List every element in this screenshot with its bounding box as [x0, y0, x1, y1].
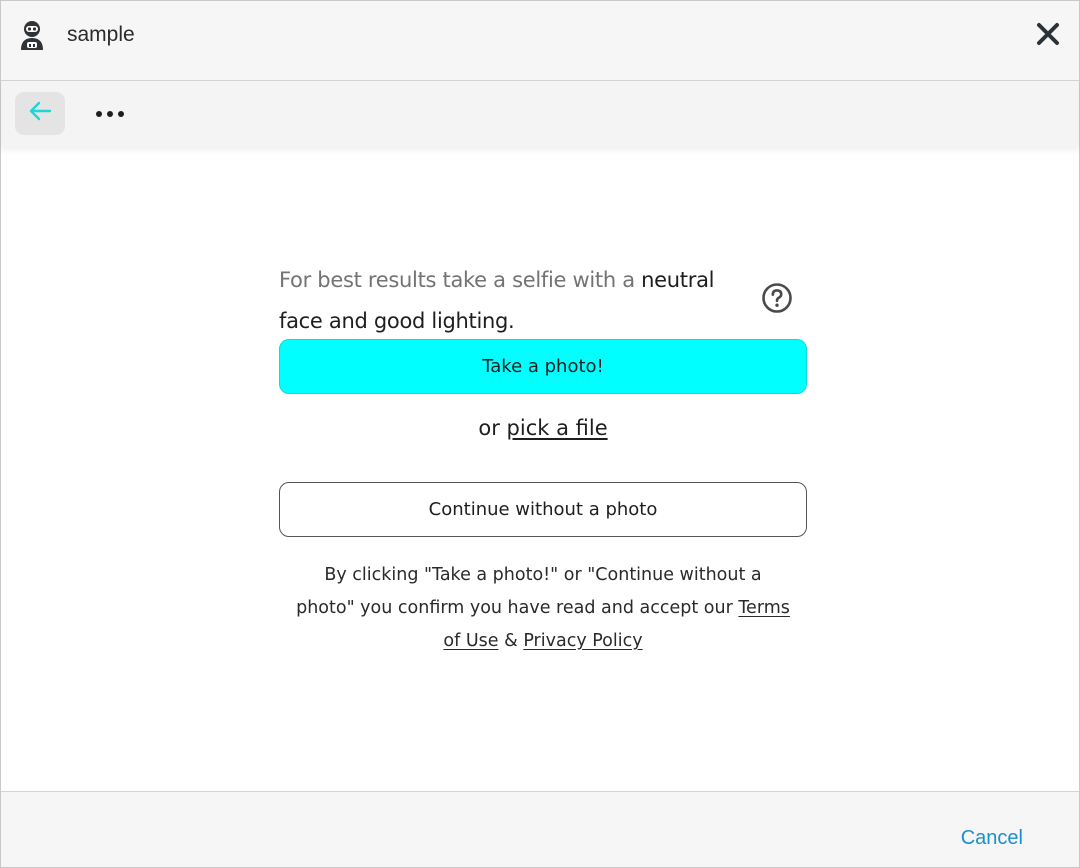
toolbar — [1, 81, 1079, 147]
selfie-prompt: For best results take a selfie with a ne… — [279, 256, 807, 651]
intro-text-muted: For best results take a selfie with a — [279, 268, 642, 292]
pick-file-prefix: or — [478, 416, 507, 440]
close-icon[interactable] — [1035, 19, 1061, 49]
pick-file-link[interactable]: pick a file — [507, 416, 608, 440]
privacy-policy-link[interactable]: Privacy Policy — [523, 631, 642, 651]
dialog-window: sample For best results take a selfie wi… — [0, 0, 1080, 868]
more-horizontal-icon — [94, 105, 126, 123]
take-photo-button[interactable]: Take a photo! — [279, 339, 807, 394]
cancel-button[interactable]: Cancel — [961, 827, 1023, 850]
pick-file-row: or pick a file — [279, 416, 807, 440]
consent-text: By clicking "Take a photo!" or "Continue… — [279, 559, 807, 658]
consent-body: By clicking "Take a photo!" or "Continue… — [296, 565, 762, 618]
robot-avatar-icon — [17, 19, 47, 51]
consent-ampersand: & — [498, 631, 524, 651]
back-button[interactable] — [15, 92, 65, 135]
intro-block: For best results take a selfie with a ne… — [279, 256, 807, 338]
title-bar: sample — [1, 1, 1079, 81]
window-title: sample — [67, 23, 135, 46]
intro-text: For best results take a selfie with a ne… — [279, 260, 749, 342]
continue-without-photo-button[interactable]: Continue without a photo — [279, 482, 807, 537]
help-circle-icon[interactable] — [761, 282, 793, 314]
footer: Cancel — [1, 791, 1079, 867]
arrow-left-icon — [28, 101, 52, 126]
more-options-button[interactable] — [91, 99, 129, 129]
